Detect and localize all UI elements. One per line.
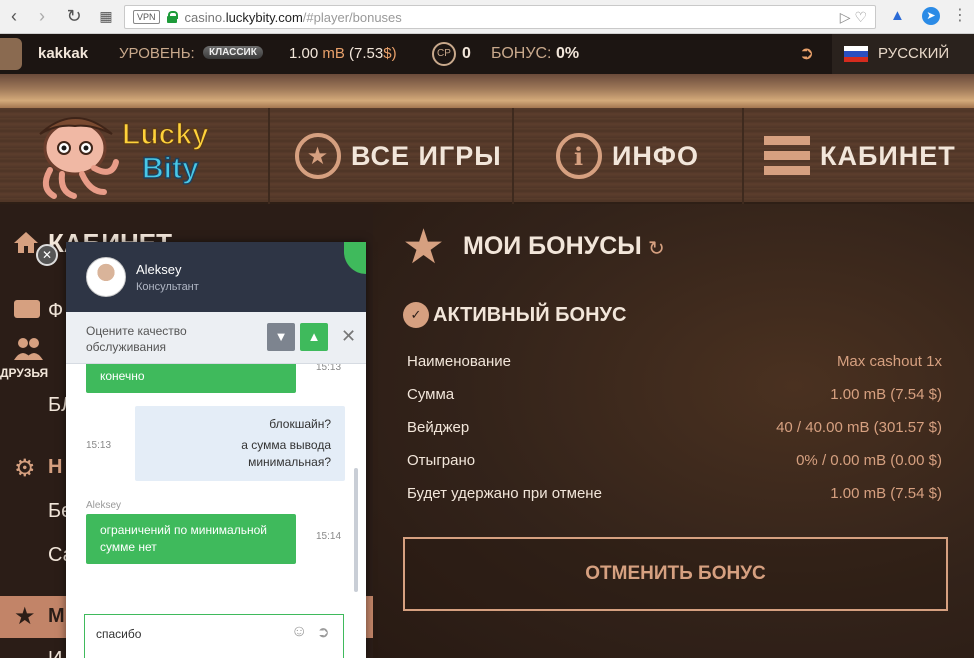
agent-name: Aleksey xyxy=(136,262,182,277)
logo-text-lucky: Lucky xyxy=(122,118,209,151)
comp-points-value: 0 xyxy=(462,45,471,62)
bonus-row-value: 1.00 mB (7.54 $) xyxy=(830,485,942,502)
nav-divider xyxy=(268,108,270,204)
support-chat-widget: Aleksey Консультант Оцените качество обс… xyxy=(66,242,366,658)
agent-avatar xyxy=(86,257,126,297)
star-icon: ★ xyxy=(14,603,36,630)
sidebar-friends[interactable]: ДРУЗЬЯ xyxy=(0,366,48,380)
address-bar[interactable]: VPN casino. luckybity.com/#player/bonuses… xyxy=(124,5,876,29)
balance-unit: mB xyxy=(322,45,345,62)
users-icon xyxy=(12,336,44,362)
sidebar-section-n: Н xyxy=(48,456,63,478)
nav-info[interactable]: i ИНФО xyxy=(556,130,699,182)
user-message-line: блокшайн? xyxy=(269,417,331,431)
bonus-row-value: 1.00 mB (7.54 $) xyxy=(830,386,942,403)
nav-cabinet-label: КАБИНЕТ xyxy=(820,140,956,171)
message-author: Aleksey xyxy=(86,500,122,511)
comp-points-icon: CP xyxy=(432,42,456,66)
agent-message: ограничений по минимальной сумме нет xyxy=(86,514,296,564)
username[interactable]: kakkak xyxy=(38,45,88,62)
bonus-row-label: Будет удержано при отмене xyxy=(407,485,602,502)
active-bonus-title: АКТИВНЫЙ БОНУС xyxy=(433,304,627,326)
back-icon[interactable]: ‹ xyxy=(0,3,28,31)
russia-flag-icon xyxy=(844,46,868,62)
close-rating-icon[interactable]: ✕ xyxy=(341,326,356,347)
agent-role: Консультант xyxy=(136,281,199,293)
message-time: 15:14 xyxy=(316,531,342,542)
lock-icon xyxy=(166,11,178,23)
language-selector[interactable]: РУССКИЙ xyxy=(832,34,974,74)
hamburger-icon xyxy=(764,136,810,176)
chat-scrollbar[interactable] xyxy=(354,468,358,592)
rate-service-bar: Оцените качество обслуживания ▼ ▲ ✕ xyxy=(66,312,366,364)
chat-status-indicator xyxy=(344,242,366,274)
nav-all-games-label: ВСЕ ИГРЫ xyxy=(351,140,502,171)
gear-badge-icon: ✓ xyxy=(403,302,429,328)
nav-divider xyxy=(742,108,744,204)
logo-text-bity: Bity xyxy=(142,152,199,185)
cancel-bonus-button[interactable]: ОТМЕНИТЬ БОНУС xyxy=(403,537,948,611)
sidebar-item-f[interactable]: Ф xyxy=(48,300,63,323)
tabs-grid-icon[interactable]: ▦ xyxy=(92,3,120,31)
agent-message: конечно xyxy=(86,364,296,393)
bonus-row-value: Max cashout 1x xyxy=(836,353,942,370)
nav-all-games[interactable]: ★ ВСЕ ИГРЫ xyxy=(295,130,502,182)
balance: 1.00 mB (7.53$) xyxy=(289,45,397,62)
refresh-icon[interactable]: ↻ xyxy=(648,236,665,261)
chat-messages: конечно 15:13 15:13 блокшайн? а сумма вы… xyxy=(66,364,366,600)
gear-icon: ⚙ xyxy=(14,455,36,482)
message-time: 15:13 xyxy=(86,440,112,451)
balance-usd: (7.53 xyxy=(349,45,384,62)
thumbs-up-button[interactable]: ▲ xyxy=(300,323,328,351)
forward-icon[interactable]: › xyxy=(28,3,56,31)
chat-header: Aleksey Консультант xyxy=(66,242,366,312)
user-avatar[interactable] xyxy=(0,38,22,70)
sidebar-item-m: М xyxy=(48,605,65,627)
thumbs-down-button[interactable]: ▼ xyxy=(267,323,295,351)
user-message-line: а сумма вывода минимальная? xyxy=(241,438,331,469)
bonus-row-label: Сумма xyxy=(407,386,455,403)
share-icon[interactable]: ➤ xyxy=(922,7,940,25)
bonus-row-value: 40 / 40.00 mB (301.57 $) xyxy=(776,419,942,436)
logout-icon[interactable]: ➲ xyxy=(799,43,819,63)
user-message: блокшайн? а сумма вывода минимальная? xyxy=(135,406,345,481)
url-host: luckybity.com xyxy=(225,9,303,25)
level-badge: КЛАССИК xyxy=(203,46,263,59)
menu-icon[interactable]: ⋮ xyxy=(952,5,968,25)
bonus-value: 0% xyxy=(555,45,580,62)
star-icon: ★ xyxy=(402,221,446,274)
reload-icon[interactable]: ↻ xyxy=(60,3,88,31)
vpn-badge[interactable]: VPN xyxy=(133,10,160,24)
bonus-row-label: Вейджер xyxy=(407,419,470,436)
sidebar-item-i[interactable]: И xyxy=(48,648,62,658)
bonus-row-label: Наименование xyxy=(407,353,511,370)
chip-icon: ★ xyxy=(295,133,341,179)
balance-amount: 1.00 xyxy=(289,45,319,62)
emoji-icon[interactable]: ☺ xyxy=(291,623,307,641)
bonus-row-value: 0% / 0.00 mB (0.00 $) xyxy=(796,452,942,469)
balance-usd-unit: $) xyxy=(383,45,397,62)
nav-cabinet[interactable]: КАБИНЕТ xyxy=(764,130,956,182)
info-icon: i xyxy=(556,133,602,179)
bed-icon xyxy=(14,300,40,318)
message-time: 15:13 xyxy=(316,364,342,373)
bonus-indicator: БОНУС: 0% xyxy=(491,45,579,63)
level-label: УРОВЕНЬ: xyxy=(119,45,195,62)
luckybity-logo[interactable]: Lucky Bity xyxy=(20,96,250,206)
chat-input-value: спасибо xyxy=(96,627,142,641)
bonus-row-label: Отыграно xyxy=(407,452,476,469)
close-chat-button[interactable]: ✕ xyxy=(36,244,58,266)
page-title: МОИ БОНУСЫ xyxy=(463,232,642,260)
extension-icon[interactable]: ▲ xyxy=(890,7,908,25)
url-subdomain: casino. xyxy=(184,9,226,25)
attach-icon[interactable]: ➲ xyxy=(317,623,330,641)
rate-service-text: Оцените качество обслуживания xyxy=(86,324,187,354)
nav-info-label: ИНФО xyxy=(612,140,699,171)
bookmark-heart-icon[interactable]: ▷ ♡ xyxy=(840,9,867,26)
bonus-label: БОНУС: xyxy=(491,45,552,62)
language-label: РУССКИЙ xyxy=(878,45,950,62)
url-path: /#player/bonuses xyxy=(302,9,402,25)
nav-divider xyxy=(512,108,514,204)
chat-message-input[interactable]: спасибо ☺ ➲ xyxy=(84,614,344,658)
